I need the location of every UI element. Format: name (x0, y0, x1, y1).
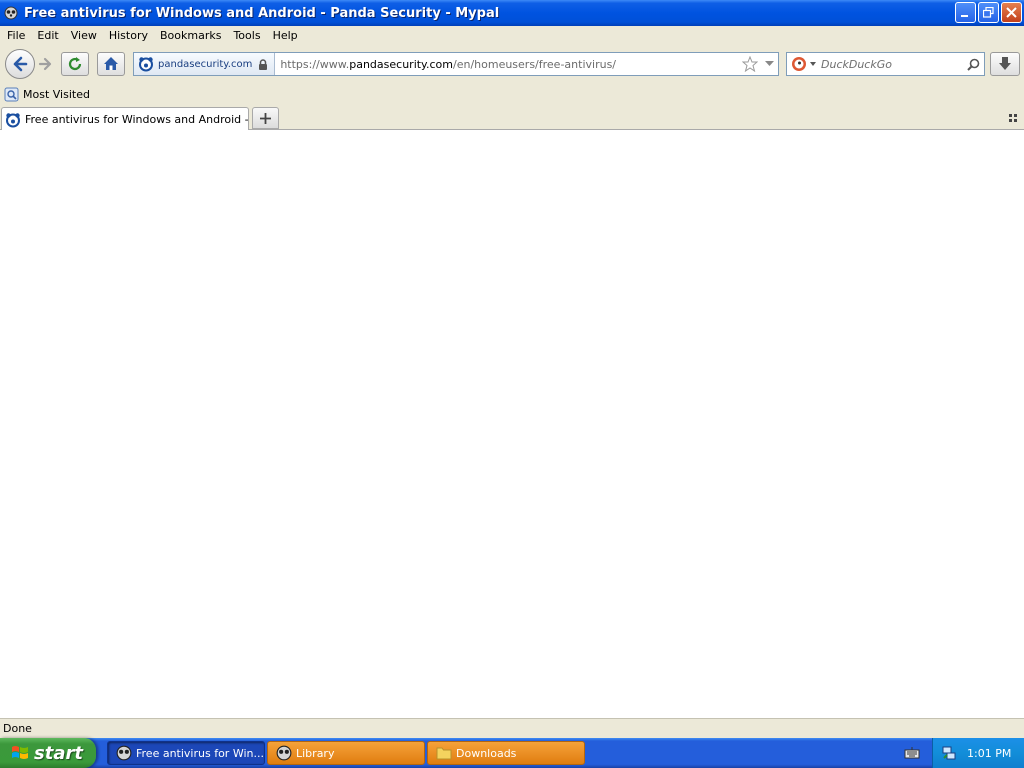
windows-flag-icon (12, 746, 28, 759)
taskbar-item-label: Library (296, 746, 335, 760)
mypal-app-icon (116, 745, 132, 761)
minimize-button[interactable] (955, 2, 976, 23)
forward-button[interactable] (34, 53, 56, 75)
status-text: Done (3, 722, 32, 735)
bookmarks-toolbar: Most Visited (0, 84, 1024, 105)
reload-icon (68, 57, 82, 71)
home-button[interactable] (97, 52, 125, 76)
taskbar-item-browser[interactable]: Free antivirus for Win... (107, 741, 265, 765)
search-engine-button[interactable] (787, 56, 817, 72)
download-arrow-icon (999, 57, 1011, 70)
duckduckgo-icon (792, 57, 806, 71)
system-tray: 1:01 PM (932, 738, 1024, 768)
status-bar: Done (0, 718, 1024, 738)
new-tab-button[interactable] (252, 107, 279, 129)
url-prefix: https://www. (280, 57, 350, 71)
start-label: start (34, 742, 83, 764)
menu-view[interactable]: View (65, 26, 103, 46)
search-icon (966, 58, 979, 71)
identity-domain: pandasecurity.com (158, 58, 253, 70)
window-title: Free antivirus for Windows and Android -… (24, 5, 500, 21)
back-arrow-icon (13, 56, 28, 72)
plus-icon (260, 112, 271, 124)
menu-tools[interactable]: Tools (227, 26, 266, 46)
taskbar-item-label: Downloads (456, 746, 517, 760)
url-path: /en/homeusers/free-antivirus/ (453, 57, 617, 71)
list-all-tabs-icon[interactable] (1008, 113, 1018, 123)
navigation-toolbar: pandasecurity.com https://www.pandasecur… (0, 46, 1024, 84)
search-input[interactable]: DuckDuckGo (817, 58, 962, 71)
menu-help[interactable]: Help (267, 26, 304, 46)
menu-history[interactable]: History (103, 26, 154, 46)
taskbar-item-downloads[interactable]: Downloads (427, 741, 585, 765)
url-text[interactable]: https://www.pandasecurity.com/en/homeuse… (275, 58, 740, 71)
mypal-app-icon (4, 6, 18, 20)
search-go-button[interactable] (962, 58, 984, 71)
taskbar-item-label: Free antivirus for Win... (136, 746, 264, 760)
window-title-bar[interactable]: Free antivirus for Windows and Android -… (0, 0, 1024, 26)
chevron-down-icon (764, 61, 774, 66)
tab-strip: Free antivirus for Windows and Android -… (0, 105, 1024, 131)
bookmark-most-visited[interactable]: Most Visited (0, 87, 90, 102)
clock[interactable]: 1:01 PM (967, 747, 1011, 760)
minimize-icon (961, 15, 968, 17)
star-icon (742, 56, 758, 72)
close-button[interactable] (1001, 2, 1022, 23)
restore-icon (983, 7, 994, 18)
chevron-down-icon (810, 62, 816, 66)
panda-site-icon (139, 57, 153, 72)
tab-title: Free antivirus for Windows and Android -… (25, 113, 248, 126)
keyboard-icon[interactable] (904, 746, 920, 760)
network-icon[interactable] (941, 745, 957, 761)
mypal-app-icon (276, 745, 292, 761)
url-host: pandasecurity.com (349, 57, 453, 71)
tab-active[interactable]: Free antivirus for Windows and Android -… (1, 107, 249, 131)
menu-file[interactable]: File (0, 26, 31, 46)
page-content[interactable] (0, 130, 1024, 718)
bookmark-label: Most Visited (23, 88, 90, 101)
menu-edit[interactable]: Edit (31, 26, 64, 46)
forward-arrow-icon (38, 57, 52, 71)
menu-bookmarks[interactable]: Bookmarks (154, 26, 227, 46)
bookmark-star-button[interactable] (740, 56, 760, 72)
address-bar[interactable]: pandasecurity.com https://www.pandasecur… (133, 52, 779, 76)
folder-icon (436, 747, 452, 760)
panda-site-icon (6, 112, 20, 127)
close-icon (1006, 7, 1017, 18)
reload-button[interactable] (61, 52, 89, 76)
downloads-button[interactable] (990, 52, 1020, 76)
bookmark-folder-icon (4, 87, 19, 102)
restore-button[interactable] (978, 2, 999, 23)
taskbar-item-library[interactable]: Library (267, 741, 425, 765)
site-identity-button[interactable]: pandasecurity.com (134, 53, 276, 75)
taskbar: start Free antivirus for Win... Library … (0, 738, 1024, 768)
start-button[interactable]: start (0, 738, 96, 768)
home-icon (104, 57, 118, 70)
lock-icon (259, 58, 268, 70)
search-bar[interactable]: DuckDuckGo (786, 52, 985, 76)
url-history-dropdown[interactable] (760, 61, 778, 67)
back-button[interactable] (5, 49, 35, 79)
menu-bar: File Edit View History Bookmarks Tools H… (0, 26, 1024, 46)
